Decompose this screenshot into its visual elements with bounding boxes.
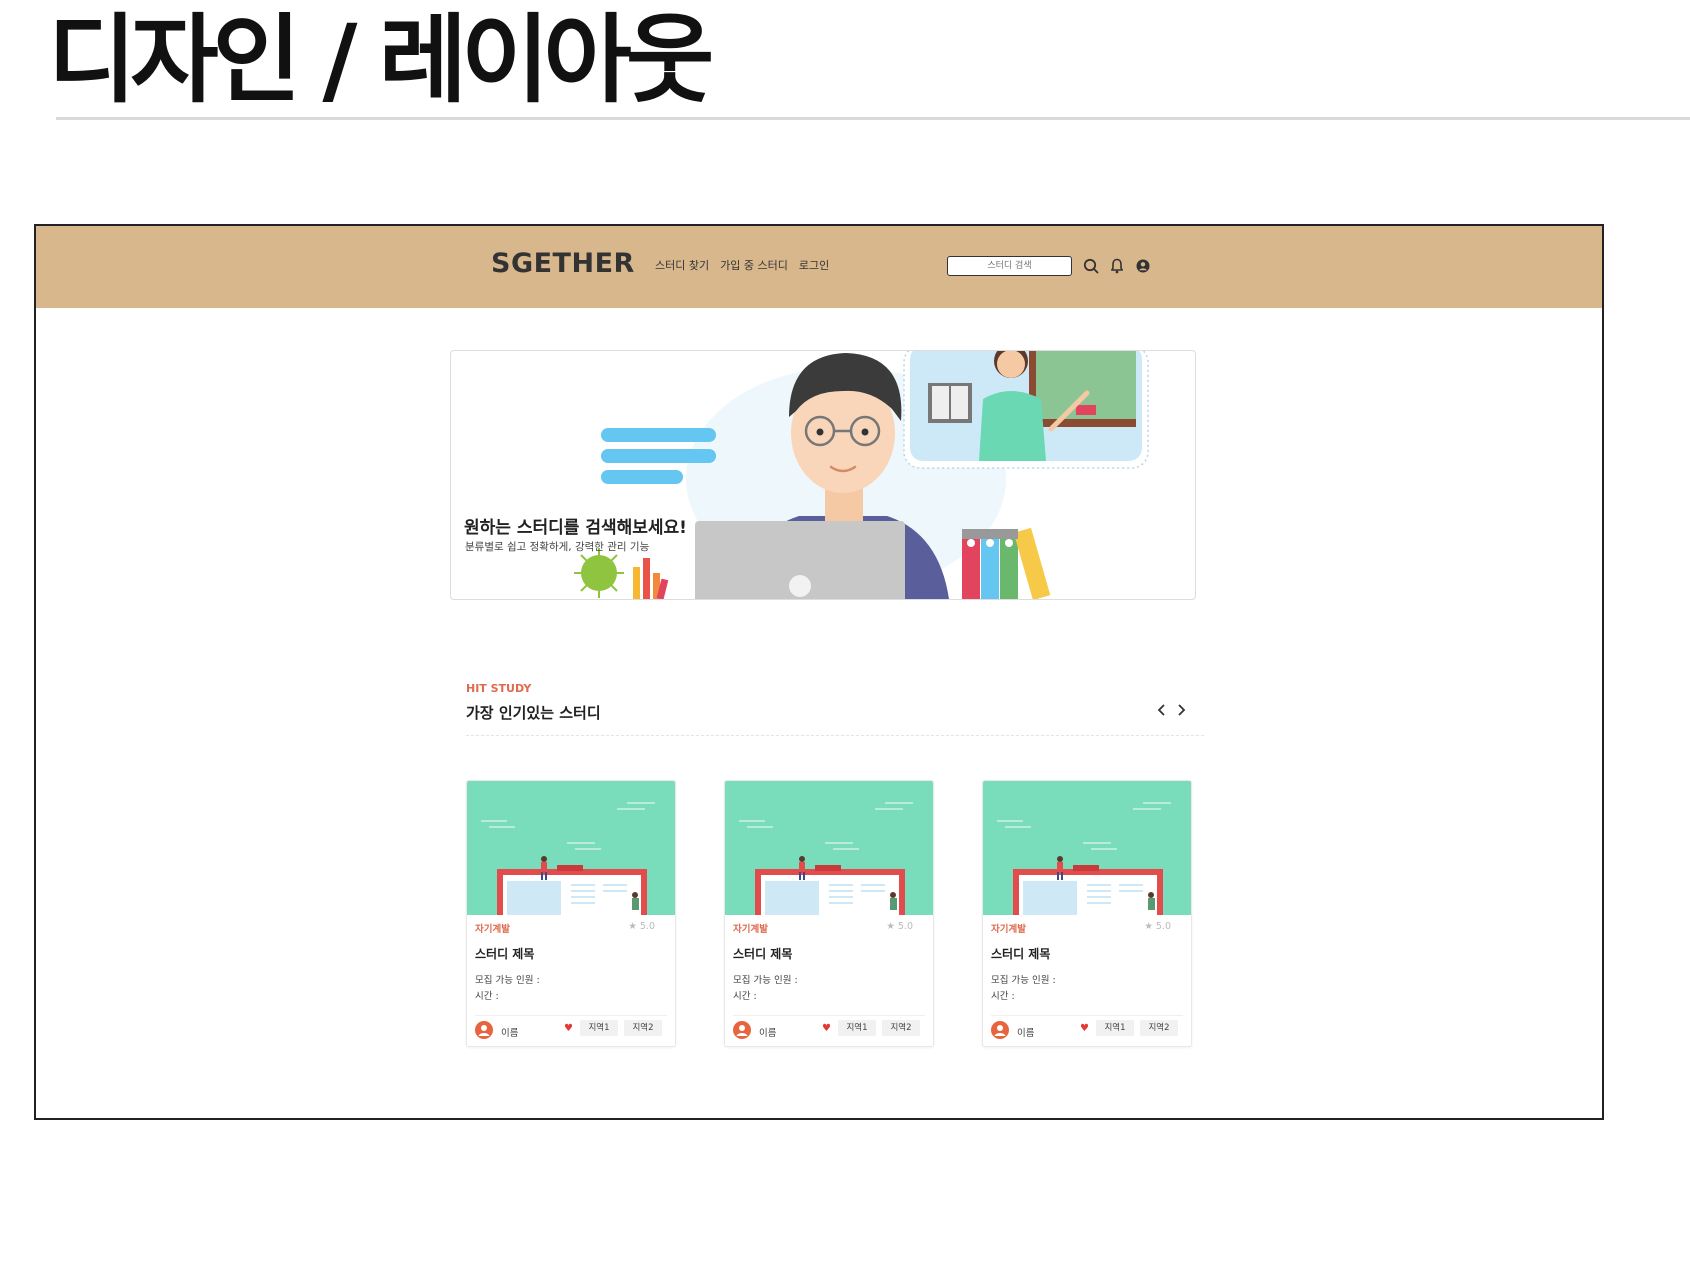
study-author: 이름 <box>501 1028 519 1039</box>
study-category: 자기계발 <box>991 924 1026 935</box>
avatar-icon <box>733 1021 751 1039</box>
study-author: 이름 <box>1017 1028 1035 1039</box>
nav-item-joined-study[interactable]: 가입 중 스터디 <box>720 257 788 273</box>
study-card[interactable]: 자기계발 ★ 5.0 스터디 제목 모집 가능 인원 : 시간 : 이름 ♥ 지… <box>982 780 1192 1047</box>
website-mockup: SGETHER 스터디 찾기 가입 중 스터디 로그인 스터디 검색 원하는 스… <box>34 224 1604 1120</box>
study-card-image <box>467 781 675 915</box>
study-title[interactable]: 스터디 제목 <box>991 945 1050 962</box>
study-rating: ★ 5.0 <box>628 921 655 932</box>
study-time-label: 시간 : <box>475 991 499 1002</box>
study-card-image <box>725 781 933 915</box>
study-capacity-label: 모집 가능 인원 : <box>733 975 798 986</box>
banner-subtext: 분류별로 쉽고 정확하게, 강력한 관리 기능 <box>465 541 650 553</box>
study-rating: ★ 5.0 <box>886 921 913 932</box>
card-divider <box>475 1015 667 1016</box>
study-category: 자기계발 <box>733 924 768 935</box>
section-eyebrow: HIT STUDY <box>466 682 532 695</box>
section-divider <box>466 735 1204 736</box>
chevron-left-icon[interactable] <box>1156 702 1168 718</box>
study-time-label: 시간 : <box>733 991 757 1002</box>
star-icon: ★ <box>886 921 895 932</box>
banner-illustration <box>574 351 1149 599</box>
user-icon[interactable] <box>1133 256 1153 276</box>
study-title[interactable]: 스터디 제목 <box>733 945 792 962</box>
study-category: 자기계발 <box>475 924 510 935</box>
bell-icon[interactable] <box>1107 256 1127 276</box>
banner-headline: 원하는 스터디를 검색해보세요! <box>464 518 687 538</box>
study-capacity-label: 모집 가능 인원 : <box>991 975 1056 986</box>
nav-menu: 스터디 찾기 가입 중 스터디 로그인 <box>655 257 829 273</box>
nav-item-login[interactable]: 로그인 <box>799 257 829 273</box>
hero-banner: 원하는 스터디를 검색해보세요! 분류별로 쉽고 정확하게, 강력한 관리 기능 <box>450 350 1196 600</box>
card-divider <box>733 1015 925 1016</box>
study-title[interactable]: 스터디 제목 <box>475 945 534 962</box>
study-capacity-label: 모집 가능 인원 : <box>475 975 540 986</box>
heart-icon[interactable]: ♥ <box>822 1023 831 1034</box>
slide-title: 디자인 / 레이아웃 <box>48 4 714 116</box>
avatar-icon <box>475 1021 493 1039</box>
region-tag[interactable]: 지역2 <box>624 1020 662 1036</box>
search-icon[interactable] <box>1081 256 1101 276</box>
study-author: 이름 <box>759 1028 777 1039</box>
study-time-label: 시간 : <box>991 991 1015 1002</box>
region-tag[interactable]: 지역2 <box>882 1020 920 1036</box>
region-tag[interactable]: 지역1 <box>580 1020 618 1036</box>
study-rating: ★ 5.0 <box>1144 921 1171 932</box>
study-card[interactable]: 자기계발 ★ 5.0 스터디 제목 모집 가능 인원 : 시간 : 이름 ♥ 지… <box>724 780 934 1047</box>
card-divider <box>991 1015 1183 1016</box>
navigation-bar: SGETHER 스터디 찾기 가입 중 스터디 로그인 <box>36 226 1602 308</box>
site-logo[interactable]: SGETHER <box>491 248 635 279</box>
region-tag[interactable]: 지역1 <box>838 1020 876 1036</box>
region-tag[interactable]: 지역2 <box>1140 1020 1178 1036</box>
heart-icon[interactable]: ♥ <box>564 1023 573 1034</box>
star-icon: ★ <box>628 921 637 932</box>
star-icon: ★ <box>1144 921 1153 932</box>
heart-icon[interactable]: ♥ <box>1080 1023 1089 1034</box>
nav-item-find-study[interactable]: 스터디 찾기 <box>655 257 709 273</box>
avatar-icon <box>991 1021 1009 1039</box>
region-tag[interactable]: 지역1 <box>1096 1020 1134 1036</box>
study-card-image <box>983 781 1191 915</box>
title-divider <box>56 117 1690 120</box>
chevron-right-icon[interactable] <box>1175 702 1187 718</box>
study-card[interactable]: 자기계발 ★ 5.0 스터디 제목 모집 가능 인원 : 시간 : 이름 ♥ 지… <box>466 780 676 1047</box>
section-title: 가장 인기있는 스터디 <box>466 704 601 722</box>
search-input[interactable] <box>947 256 1072 276</box>
